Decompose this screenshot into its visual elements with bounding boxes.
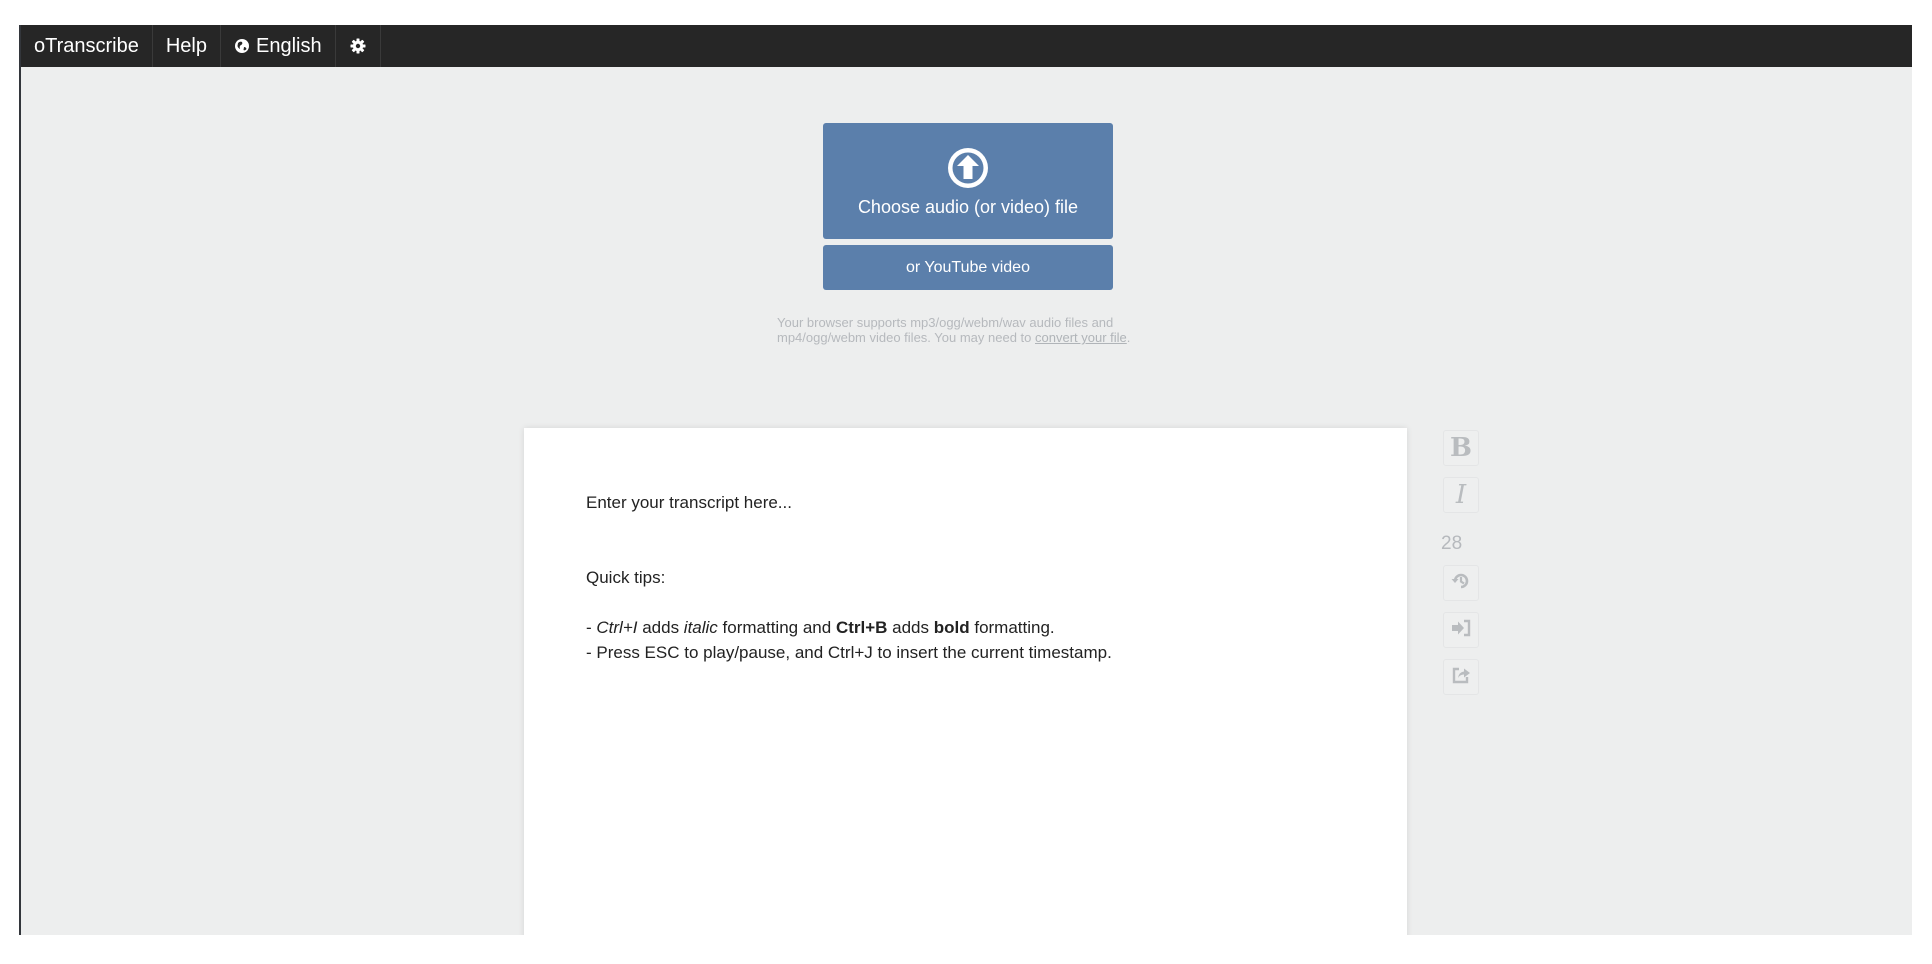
bold-button[interactable]: B bbox=[1443, 430, 1479, 466]
choose-file-button[interactable]: Choose audio (or video) file bbox=[823, 123, 1113, 239]
settings-button[interactable] bbox=[336, 25, 381, 67]
quick-tips-heading: Quick tips: bbox=[586, 568, 666, 587]
italic-icon: I bbox=[1455, 480, 1467, 510]
italic-shortcut: Ctrl+I bbox=[596, 618, 638, 637]
history-icon bbox=[1450, 570, 1472, 597]
convert-file-link[interactable]: convert your file bbox=[1035, 330, 1127, 345]
import-icon bbox=[1450, 617, 1472, 644]
language-selector[interactable]: English bbox=[221, 25, 336, 67]
bold-icon: B bbox=[1450, 433, 1472, 463]
tip-formatting: - Ctrl+I adds italic formatting and Ctrl… bbox=[586, 618, 1055, 637]
history-button[interactable] bbox=[1443, 565, 1479, 601]
brand-label: oTranscribe bbox=[34, 34, 139, 57]
brand-link[interactable]: oTranscribe bbox=[21, 25, 153, 67]
globe-icon bbox=[234, 38, 250, 54]
youtube-video-button[interactable]: or YouTube video bbox=[823, 245, 1113, 290]
italic-button[interactable]: I bbox=[1443, 477, 1479, 513]
transcript-placeholder: Enter your transcript here... bbox=[586, 493, 792, 512]
choose-file-label: Choose audio (or video) file bbox=[857, 197, 1079, 217]
italic-word: italic bbox=[683, 618, 718, 637]
top-navbar: oTranscribe Help English bbox=[21, 25, 1912, 67]
language-label: English bbox=[256, 34, 322, 57]
gear-icon bbox=[349, 37, 367, 55]
upload-arrow-icon bbox=[946, 146, 990, 195]
export-button[interactable] bbox=[1443, 659, 1479, 695]
export-icon bbox=[1450, 664, 1472, 691]
bold-shortcut: Ctrl+B bbox=[835, 618, 888, 637]
bold-word: bold bbox=[933, 618, 970, 637]
support-end: . bbox=[1126, 330, 1131, 345]
help-link[interactable]: Help bbox=[153, 25, 221, 67]
transcript-editor[interactable]: Enter your transcript here... Quick tips… bbox=[524, 428, 1407, 935]
browser-support-note: Your browser supports mp3/ogg/webm/wav a… bbox=[777, 315, 1157, 345]
playback-speed-value: 28 bbox=[1441, 533, 1463, 554]
app-window: oTranscribe Help English Choose audio (o… bbox=[19, 25, 1912, 935]
youtube-video-label: or YouTube video bbox=[906, 258, 1030, 276]
help-label: Help bbox=[165, 34, 207, 57]
tip-playback: - Press ESC to play/pause, and Ctrl+J to… bbox=[586, 643, 1112, 662]
import-button[interactable] bbox=[1443, 612, 1479, 648]
